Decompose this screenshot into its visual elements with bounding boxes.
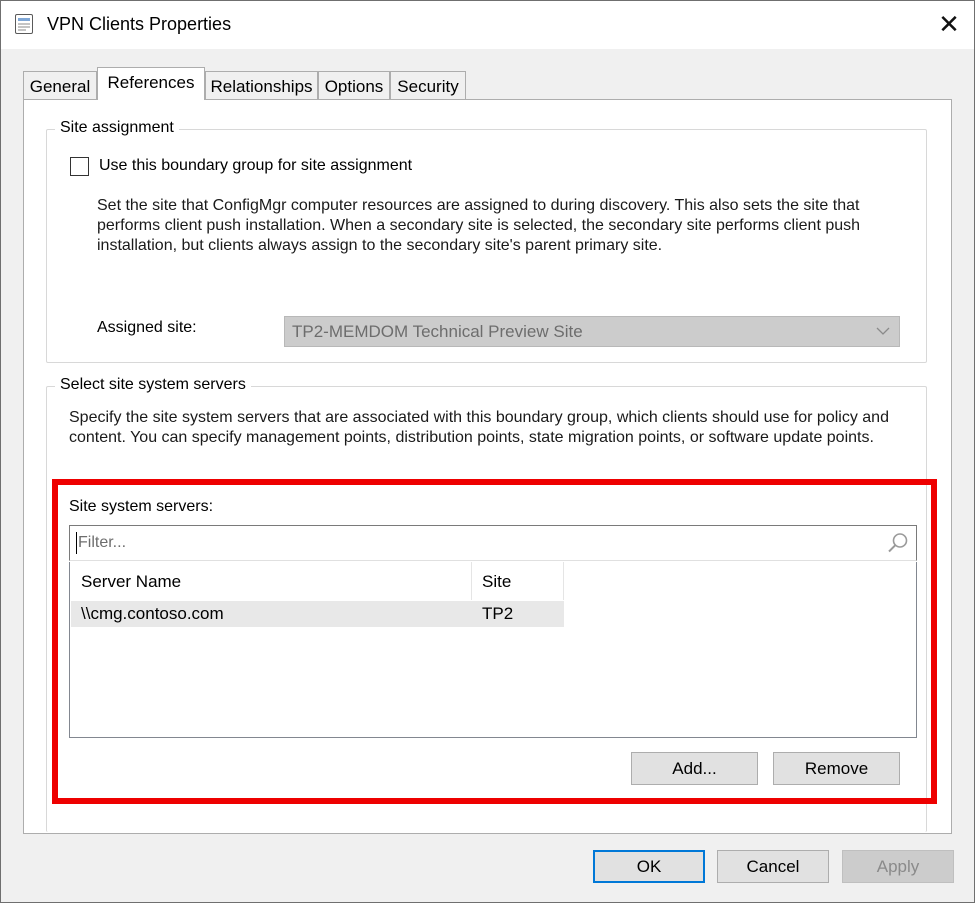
site-assignment-description: Set the site that ConfigMgr computer res… xyxy=(97,196,917,256)
column-header-server-name[interactable]: Server Name xyxy=(70,562,471,600)
table-row[interactable]: \\cmg.contoso.com TP2 xyxy=(71,601,564,627)
title-bar[interactable]: VPN Clients Properties ✕ xyxy=(1,1,974,49)
column-divider[interactable] xyxy=(563,562,564,600)
tab-references[interactable]: References xyxy=(97,67,205,100)
site-servers-legend: Select site system servers xyxy=(55,376,251,394)
tab-relationships[interactable]: Relationships xyxy=(205,71,318,101)
site-servers-description: Specify the site system servers that are… xyxy=(69,408,919,448)
remove-server-button[interactable]: Remove xyxy=(773,752,900,785)
description-line: Specify the site system servers that are… xyxy=(69,409,889,426)
column-header-label: Server Name xyxy=(81,572,182,591)
apply-button: Apply xyxy=(842,850,954,883)
tab-label: Options xyxy=(324,77,384,96)
site-assignment-legend: Site assignment xyxy=(55,119,179,137)
tab-label: Security xyxy=(397,77,459,96)
window-title: VPN Clients Properties xyxy=(47,14,232,34)
close-icon: ✕ xyxy=(938,9,960,39)
close-button[interactable]: ✕ xyxy=(932,7,966,41)
site-servers-list[interactable]: Server Name Site \\cmg.contoso.com TP2 xyxy=(69,562,917,738)
tab-label: References xyxy=(107,73,195,92)
chevron-down-icon xyxy=(876,327,890,335)
site-assignment-checkbox[interactable] xyxy=(70,157,89,176)
column-header-label: Site xyxy=(482,572,512,591)
assigned-site-dropdown[interactable]: TP2-MEMDOM Technical Preview Site xyxy=(284,316,900,347)
cancel-button[interactable]: Cancel xyxy=(717,850,829,883)
filter-box[interactable] xyxy=(69,525,917,561)
ok-button[interactable]: OK xyxy=(593,850,705,883)
site-assignment-group: Site assignment Use this boundary group … xyxy=(46,119,927,363)
description-line: performs client push installation. When … xyxy=(97,217,861,234)
column-header-site[interactable]: Site xyxy=(471,562,563,600)
list-header: Server Name Site xyxy=(70,562,564,600)
tab-label: Relationships xyxy=(210,77,313,96)
tab-label: General xyxy=(29,77,91,96)
tab-options[interactable]: Options xyxy=(318,71,390,101)
filter-input[interactable] xyxy=(76,531,876,555)
site-assignment-checkbox-label[interactable]: Use this boundary group for site assignm… xyxy=(99,157,412,175)
properties-dialog: VPN Clients Properties ✕ General Referen… xyxy=(0,0,975,903)
site-system-servers-label: Site system servers: xyxy=(69,498,214,515)
search-icon[interactable] xyxy=(886,531,910,555)
description-line: content. You can specify management poin… xyxy=(69,429,874,446)
add-server-button[interactable]: Add... xyxy=(631,752,758,785)
description-line: installation, but clients always assign … xyxy=(97,237,663,254)
assigned-site-label: Assigned site: xyxy=(97,319,197,336)
tab-security[interactable]: Security xyxy=(390,71,466,101)
server-name-cell: \\cmg.contoso.com xyxy=(81,604,224,623)
assigned-site-value: TP2-MEMDOM Technical Preview Site xyxy=(292,322,583,341)
tab-general[interactable]: General xyxy=(23,71,97,101)
description-line: Set the site that ConfigMgr computer res… xyxy=(97,197,860,214)
properties-sheet-icon xyxy=(15,14,33,34)
text-caret xyxy=(76,532,77,554)
site-cell: TP2 xyxy=(482,604,514,623)
